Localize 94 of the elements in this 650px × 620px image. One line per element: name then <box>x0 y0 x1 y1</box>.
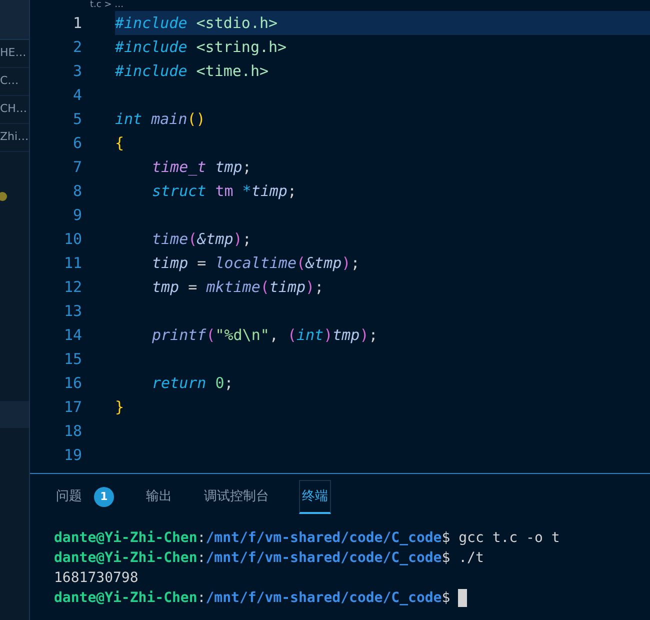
line-number: 17 <box>62 396 82 418</box>
code-token: tmp <box>214 156 242 178</box>
code-token: ; <box>224 372 234 394</box>
line-number: 18 <box>62 420 82 442</box>
code-token: ) <box>342 252 351 274</box>
line-number: 16 <box>62 372 82 394</box>
panel-tab[interactable]: 调试控制台 <box>202 480 271 514</box>
code-token: timp <box>152 252 188 274</box>
code-token: ( <box>296 252 306 274</box>
code-token: 0 <box>214 372 224 394</box>
terminal-path: /mnt/f/vm-shared/code/C_code <box>206 529 442 548</box>
code-token: ; <box>242 228 252 250</box>
code-token: () <box>187 108 206 130</box>
panel-tab[interactable]: 终端 <box>299 480 331 514</box>
line-number: 8 <box>72 180 82 202</box>
sidebar-item[interactable]: C… <box>0 68 29 96</box>
code-token: printf <box>152 324 206 346</box>
code-token: &tmp <box>197 228 234 250</box>
line-number: 6 <box>72 132 82 154</box>
sidebar-item[interactable]: HE… <box>0 40 29 68</box>
code-token: mktime <box>206 276 260 298</box>
code-token: tm <box>214 180 234 202</box>
code-token: timp <box>251 180 288 202</box>
terminal-output: 1681730798 <box>54 569 138 588</box>
sidebar-item[interactable]: CH… <box>0 96 29 124</box>
line-number: 10 <box>62 228 82 250</box>
code-token: time <box>152 228 188 250</box>
code-token: = <box>196 252 208 274</box>
code-token: ) <box>360 324 369 346</box>
terminal-user: dante@Yi-Zhi-Chen <box>54 529 198 548</box>
code-token: tmp <box>332 324 360 346</box>
line-number: 9 <box>72 204 82 226</box>
code-token: int <box>296 324 324 346</box>
code-token: ; <box>242 156 252 178</box>
code-token: * <box>241 180 252 202</box>
terminal-command: $ ./t <box>442 549 484 568</box>
count-badge: 1 <box>94 487 114 507</box>
code-token: time_t <box>152 156 206 178</box>
code-token: localtime <box>215 252 296 274</box>
code-token: <stdio.h> <box>195 12 278 34</box>
line-number: 13 <box>62 300 82 322</box>
code-token: struct <box>152 180 206 202</box>
line-number: 15 <box>62 348 82 370</box>
code-token: timp <box>269 276 306 298</box>
line-number: 11 <box>62 252 82 274</box>
terminal-separator: : <box>197 589 206 608</box>
code-token: ; <box>314 276 324 298</box>
line-number: 12 <box>62 276 82 298</box>
line-number: 3 <box>72 60 82 82</box>
code-token: <string.h> <box>195 36 287 58</box>
code-token: tmp <box>152 276 180 298</box>
code-token: ( <box>206 324 216 346</box>
code-token: ) <box>324 324 333 346</box>
line-number: 14 <box>62 324 82 346</box>
code-token: <time.h> <box>195 60 269 82</box>
code-token: #include <box>115 60 188 82</box>
breadcrumb[interactable]: t.c > … <box>90 1 124 10</box>
terminal-path: /mnt/f/vm-shared/code/C_code <box>206 549 442 568</box>
code-token: ; <box>287 180 296 202</box>
code-token: int <box>115 108 142 130</box>
terminal-separator: : <box>197 529 206 548</box>
panel-tab[interactable]: 输出 <box>144 480 174 514</box>
code-token: ; <box>350 252 360 274</box>
terminal-command: $ gcc t.c -o t <box>442 529 560 548</box>
code-token: ) <box>306 276 315 298</box>
code-token: } <box>115 396 124 418</box>
line-number: 7 <box>72 156 82 178</box>
code-token: #include <box>115 36 188 58</box>
terminal-user: dante@Yi-Zhi-Chen <box>54 589 198 608</box>
code-token: "%d\n" <box>215 324 270 346</box>
terminal-command: $ <box>442 589 450 608</box>
panel-tab[interactable]: 问题 1 <box>54 480 116 514</box>
code-token: ) <box>233 228 242 250</box>
line-number: 2 <box>72 36 82 58</box>
code-token: &tmp <box>306 252 342 274</box>
code-token: ( <box>260 276 270 298</box>
code-token: main <box>150 108 188 130</box>
code-token: #include <box>115 12 188 34</box>
line-number: 4 <box>72 84 82 106</box>
terminal-path: /mnt/f/vm-shared/code/C_code <box>206 589 442 608</box>
sidebar-highlight <box>0 401 29 428</box>
code-token: , <box>269 324 280 346</box>
terminal-separator: : <box>197 549 206 568</box>
line-number: 1 <box>72 12 82 34</box>
sidebar-item[interactable]: Zhi… <box>0 124 29 152</box>
code-token: = <box>187 276 198 298</box>
code-token: { <box>115 132 124 154</box>
terminal-user: dante@Yi-Zhi-Chen <box>54 549 198 568</box>
code-token: ; <box>368 324 378 346</box>
line-number: 5 <box>72 108 82 130</box>
code-token: ( <box>188 228 198 250</box>
code-token: ( <box>287 324 296 346</box>
code-token: return <box>152 372 206 394</box>
line-number: 19 <box>62 444 82 466</box>
